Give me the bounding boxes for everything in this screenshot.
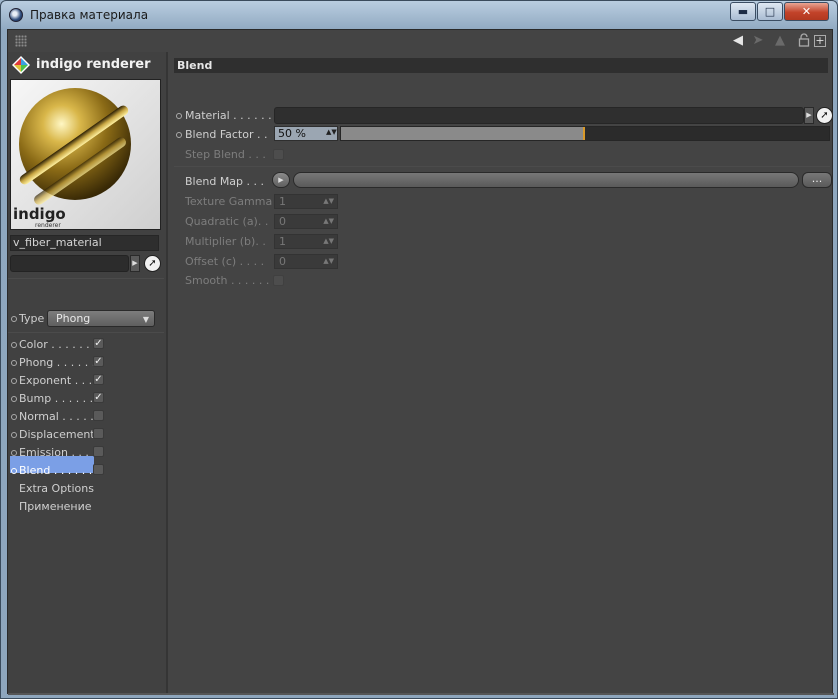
- channel-exponent-label[interactable]: Exponent . . .: [19, 374, 92, 387]
- play-arrow-icon[interactable]: ▶: [804, 107, 814, 124]
- type-select[interactable]: Phong ▼: [47, 310, 155, 327]
- material-link-input[interactable]: [274, 107, 804, 124]
- offset-input[interactable]: 0 ▲▼: [274, 254, 338, 269]
- blend-map-more-button[interactable]: ...: [802, 172, 832, 188]
- blend-map-label: Blend Map . . .: [185, 175, 265, 188]
- grip-icon[interactable]: [15, 35, 27, 47]
- animation-dot-icon[interactable]: [11, 450, 17, 456]
- bottom-edge: [8, 693, 834, 695]
- pick-cursor-icon[interactable]: ➚: [816, 107, 833, 124]
- step-blend-checkbox[interactable]: [273, 149, 284, 160]
- quadratic-value: 0: [279, 215, 286, 228]
- title-bar[interactable]: Правка материала ▬ □ ✕: [1, 1, 837, 29]
- texture-gamma-label: Texture Gamma: [185, 195, 273, 208]
- divider: [8, 278, 164, 279]
- channel-bump-label[interactable]: Bump . . . . . . .: [19, 392, 100, 405]
- animation-dot-icon[interactable]: [11, 360, 17, 366]
- new-window-icon[interactable]: +: [814, 35, 826, 47]
- animation-dot-icon[interactable]: [11, 316, 17, 322]
- offset-label: Offset (c) . . . .: [185, 255, 265, 268]
- channel-phong-checkbox[interactable]: ✓: [93, 356, 104, 367]
- channel-color-checkbox[interactable]: ✓: [93, 338, 104, 349]
- back-arrow-icon[interactable]: ◀: [730, 33, 746, 49]
- material-label: Material . . . . . .: [185, 109, 272, 122]
- window-title: Правка материала: [30, 8, 149, 22]
- spinner-icon[interactable]: ▲▼: [326, 128, 337, 136]
- extra-options-item[interactable]: Extra Options: [19, 482, 94, 495]
- apply-item[interactable]: Применение: [19, 500, 92, 513]
- channel-color-label[interactable]: Color . . . . . . .: [19, 338, 97, 351]
- pick-cursor-icon[interactable]: ➚: [144, 255, 161, 272]
- animation-dot-icon[interactable]: [176, 113, 182, 119]
- channel-exponent-checkbox[interactable]: ✓: [93, 374, 104, 385]
- spinner-icon[interactable]: ▲▼: [323, 195, 334, 208]
- quadratic-label: Quadratic (a). .: [185, 215, 269, 228]
- multiplier-label: Multiplier (b). .: [185, 235, 266, 248]
- toolbar: ◀ ➤ ▲ +: [8, 30, 832, 52]
- smooth-label: Smooth . . . . . .: [185, 274, 270, 287]
- chevron-down-icon: ▼: [142, 315, 149, 324]
- section-header: Blend: [174, 58, 828, 73]
- texture-gamma-value: 1: [279, 195, 286, 208]
- channel-normal-label[interactable]: Normal . . . . .: [19, 410, 94, 423]
- smooth-checkbox[interactable]: [273, 275, 284, 286]
- channel-emission-checkbox[interactable]: [93, 446, 104, 457]
- maximize-button[interactable]: □: [757, 2, 783, 21]
- multiplier-input[interactable]: 1 ▲▼: [274, 234, 338, 249]
- animation-dot-icon[interactable]: [11, 432, 17, 438]
- multiplier-value: 1: [279, 235, 286, 248]
- animation-dot-icon[interactable]: [11, 414, 17, 420]
- spinner-icon[interactable]: ▲▼: [323, 215, 334, 228]
- spinner-icon[interactable]: ▲▼: [323, 255, 334, 268]
- blend-factor-label: Blend Factor . .: [185, 128, 268, 141]
- animation-dot-icon[interactable]: [11, 468, 17, 474]
- blend-settings-panel: Blend Material . . . . . . ▶ ➚ Blend Fac…: [170, 52, 833, 693]
- forward-arrow-icon[interactable]: ➤: [750, 33, 766, 49]
- type-select-value: Phong: [56, 312, 91, 325]
- texture-gamma-input[interactable]: 1 ▲▼: [274, 194, 338, 209]
- material-preview[interactable]: indigo renderer: [10, 79, 161, 230]
- step-blend-label: Step Blend . . .: [185, 148, 266, 161]
- editor-client-area: ◀ ➤ ▲ + indigo renderer indigo renderer …: [7, 29, 834, 695]
- offset-value: 0: [279, 255, 286, 268]
- channel-displacement-checkbox[interactable]: [93, 428, 104, 439]
- divider: [8, 332, 164, 333]
- preview-watermark-sub: renderer: [35, 222, 61, 229]
- channel-blend-checkbox[interactable]: [93, 464, 104, 475]
- material-editor-window: Правка материала ▬ □ ✕ ◀ ➤ ▲ + indigo re…: [0, 0, 838, 699]
- preview-watermark: indigo: [13, 205, 66, 223]
- animation-dot-icon[interactable]: [11, 378, 17, 384]
- brand-name: indigo renderer: [36, 57, 151, 72]
- channel-displacement-label[interactable]: Displacement: [19, 428, 95, 441]
- animation-dot-icon[interactable]: [11, 342, 17, 348]
- animation-dot-icon[interactable]: [176, 132, 182, 138]
- channel-bump-checkbox[interactable]: ✓: [93, 392, 104, 403]
- indigo-logo-icon: [12, 56, 30, 74]
- play-arrow-icon[interactable]: ▶: [130, 255, 140, 272]
- animation-dot-icon[interactable]: [11, 396, 17, 402]
- play-arrow-icon[interactable]: ▶: [272, 172, 290, 188]
- blend-factor-slider[interactable]: [340, 126, 830, 141]
- material-name-field[interactable]: v_fiber_material: [10, 235, 159, 251]
- type-label: Type: [19, 312, 45, 325]
- channel-phong-label[interactable]: Phong . . . . . .: [19, 356, 95, 369]
- channel-emission-label[interactable]: Emission . . . .: [19, 446, 96, 459]
- blend-factor-slider-fill: [341, 127, 585, 140]
- channel-normal-checkbox[interactable]: [93, 410, 104, 421]
- channel-blend-label[interactable]: Blend . . . . . . .: [19, 464, 99, 477]
- close-button[interactable]: ✕: [784, 2, 829, 21]
- up-arrow-icon[interactable]: ▲: [772, 33, 788, 49]
- indigo-brand: indigo renderer: [10, 54, 160, 76]
- blend-map-field[interactable]: [293, 172, 799, 188]
- spinner-icon[interactable]: ▲▼: [323, 235, 334, 248]
- minimize-button[interactable]: ▬: [730, 2, 756, 21]
- lock-icon[interactable]: [796, 33, 812, 49]
- cinema4d-app-icon: [9, 8, 23, 22]
- material-link-field[interactable]: [10, 255, 129, 272]
- quadratic-input[interactable]: 0 ▲▼: [274, 214, 338, 229]
- material-sidebar: indigo renderer indigo renderer v_fiber_…: [8, 52, 168, 693]
- preview-sphere: [17, 88, 131, 207]
- divider: [174, 166, 830, 167]
